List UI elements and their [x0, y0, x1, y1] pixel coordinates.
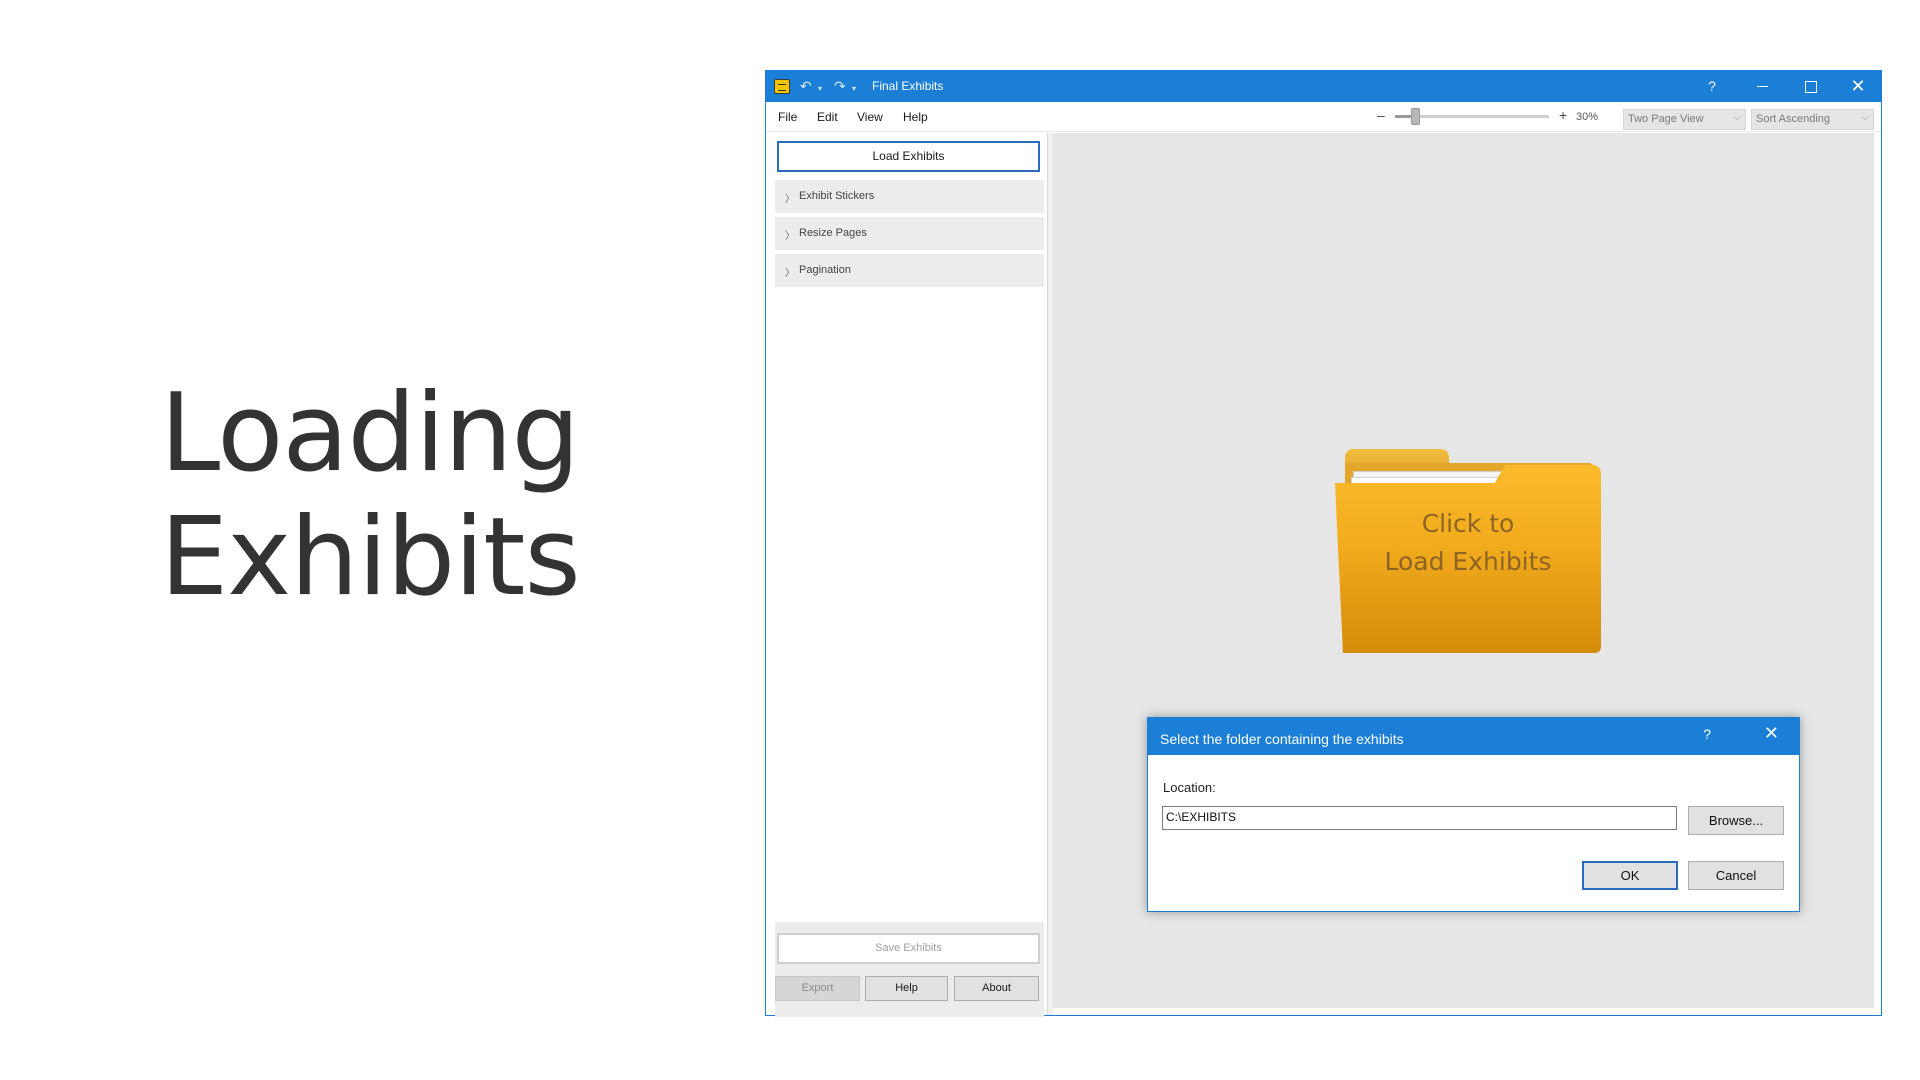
left-panel: Load Exhibits 〉 Exhibit Stickers 〉 Resiz… [766, 133, 1048, 1017]
undo-icon[interactable]: ↶ [800, 77, 812, 95]
redo-dropdown-icon[interactable]: ▾ [852, 80, 856, 98]
zoom-level: 30% [1576, 111, 1599, 123]
dialog-title-bar: Select the folder containing the exhibit… [1148, 718, 1799, 755]
close-button[interactable]: ✕ [1835, 71, 1881, 102]
folder-label: Click to Load Exhibits [1335, 505, 1601, 581]
location-label: Location: [1163, 780, 1216, 795]
load-exhibits-button[interactable]: Load Exhibits [777, 141, 1040, 172]
browse-button[interactable]: Browse... [1688, 806, 1784, 835]
help-icon[interactable]: ? [1689, 71, 1735, 102]
dialog-title: Select the folder containing the exhibit… [1160, 731, 1404, 747]
cancel-button[interactable]: Cancel [1688, 861, 1784, 890]
menu-bar: File Edit View Help – + 30% Two Page Vie… [766, 102, 1881, 132]
title-bar: ↶ ▾ ↷ ▾ Final Exhibits ? ✕ [766, 71, 1881, 102]
close-icon[interactable]: ✕ [1764, 723, 1779, 744]
section-label: Pagination [799, 264, 851, 276]
minimize-button[interactable] [1739, 71, 1785, 102]
slide-title-line2: Exhibits [160, 495, 581, 620]
sort-order-select[interactable]: Sort Ascending ⌵ [1751, 109, 1874, 130]
section-exhibit-stickers[interactable]: 〉 Exhibit Stickers [775, 180, 1044, 213]
folder-label-line2: Load Exhibits [1384, 547, 1552, 576]
ok-button[interactable]: OK [1582, 861, 1678, 890]
menu-edit[interactable]: Edit [817, 110, 838, 124]
section-resize-pages[interactable]: 〉 Resize Pages [775, 217, 1044, 250]
help-icon[interactable]: ? [1703, 726, 1711, 742]
slide-title-line1: Loading [160, 371, 580, 496]
chevron-down-icon: ⌵ [1861, 112, 1869, 123]
menu-file[interactable]: File [778, 110, 797, 124]
folder-label-line1: Click to [1421, 509, 1515, 538]
export-button[interactable]: Export [775, 976, 860, 1001]
zoom-in-icon[interactable]: + [1559, 107, 1567, 123]
help-button[interactable]: Help [865, 976, 948, 1001]
view-mode-select[interactable]: Two Page View ⌵ [1623, 109, 1746, 130]
save-exhibits-button[interactable]: Save Exhibits [777, 933, 1040, 964]
load-exhibits-folder-button[interactable]: Click to Load Exhibits [1335, 449, 1601, 653]
zoom-slider-thumb[interactable] [1411, 108, 1420, 125]
location-field[interactable]: C:\EXHIBITS [1162, 806, 1677, 830]
menu-help[interactable]: Help [903, 110, 928, 124]
view-mode-value: Two Page View [1628, 113, 1704, 125]
slide-title: Loading Exhibits [160, 372, 720, 620]
section-label: Exhibit Stickers [799, 190, 875, 202]
sort-order-value: Sort Ascending [1756, 113, 1830, 125]
section-label: Resize Pages [799, 227, 867, 239]
chevron-down-icon: ⌵ [1733, 112, 1741, 123]
window-title: Final Exhibits [872, 79, 944, 93]
redo-icon[interactable]: ↷ [834, 77, 846, 95]
select-folder-dialog: Select the folder containing the exhibit… [1147, 717, 1800, 912]
maximize-button[interactable] [1787, 71, 1833, 102]
app-icon [774, 79, 790, 94]
section-pagination[interactable]: 〉 Pagination [775, 254, 1044, 287]
zoom-out-icon[interactable]: – [1377, 107, 1385, 123]
menu-view[interactable]: View [857, 110, 883, 124]
chevron-right-icon: 〉 [785, 268, 795, 279]
undo-dropdown-icon[interactable]: ▾ [818, 80, 822, 98]
about-button[interactable]: About [954, 976, 1039, 1001]
chevron-right-icon: 〉 [785, 194, 795, 205]
zoom-slider[interactable] [1395, 108, 1549, 125]
chevron-right-icon: 〉 [785, 231, 795, 242]
